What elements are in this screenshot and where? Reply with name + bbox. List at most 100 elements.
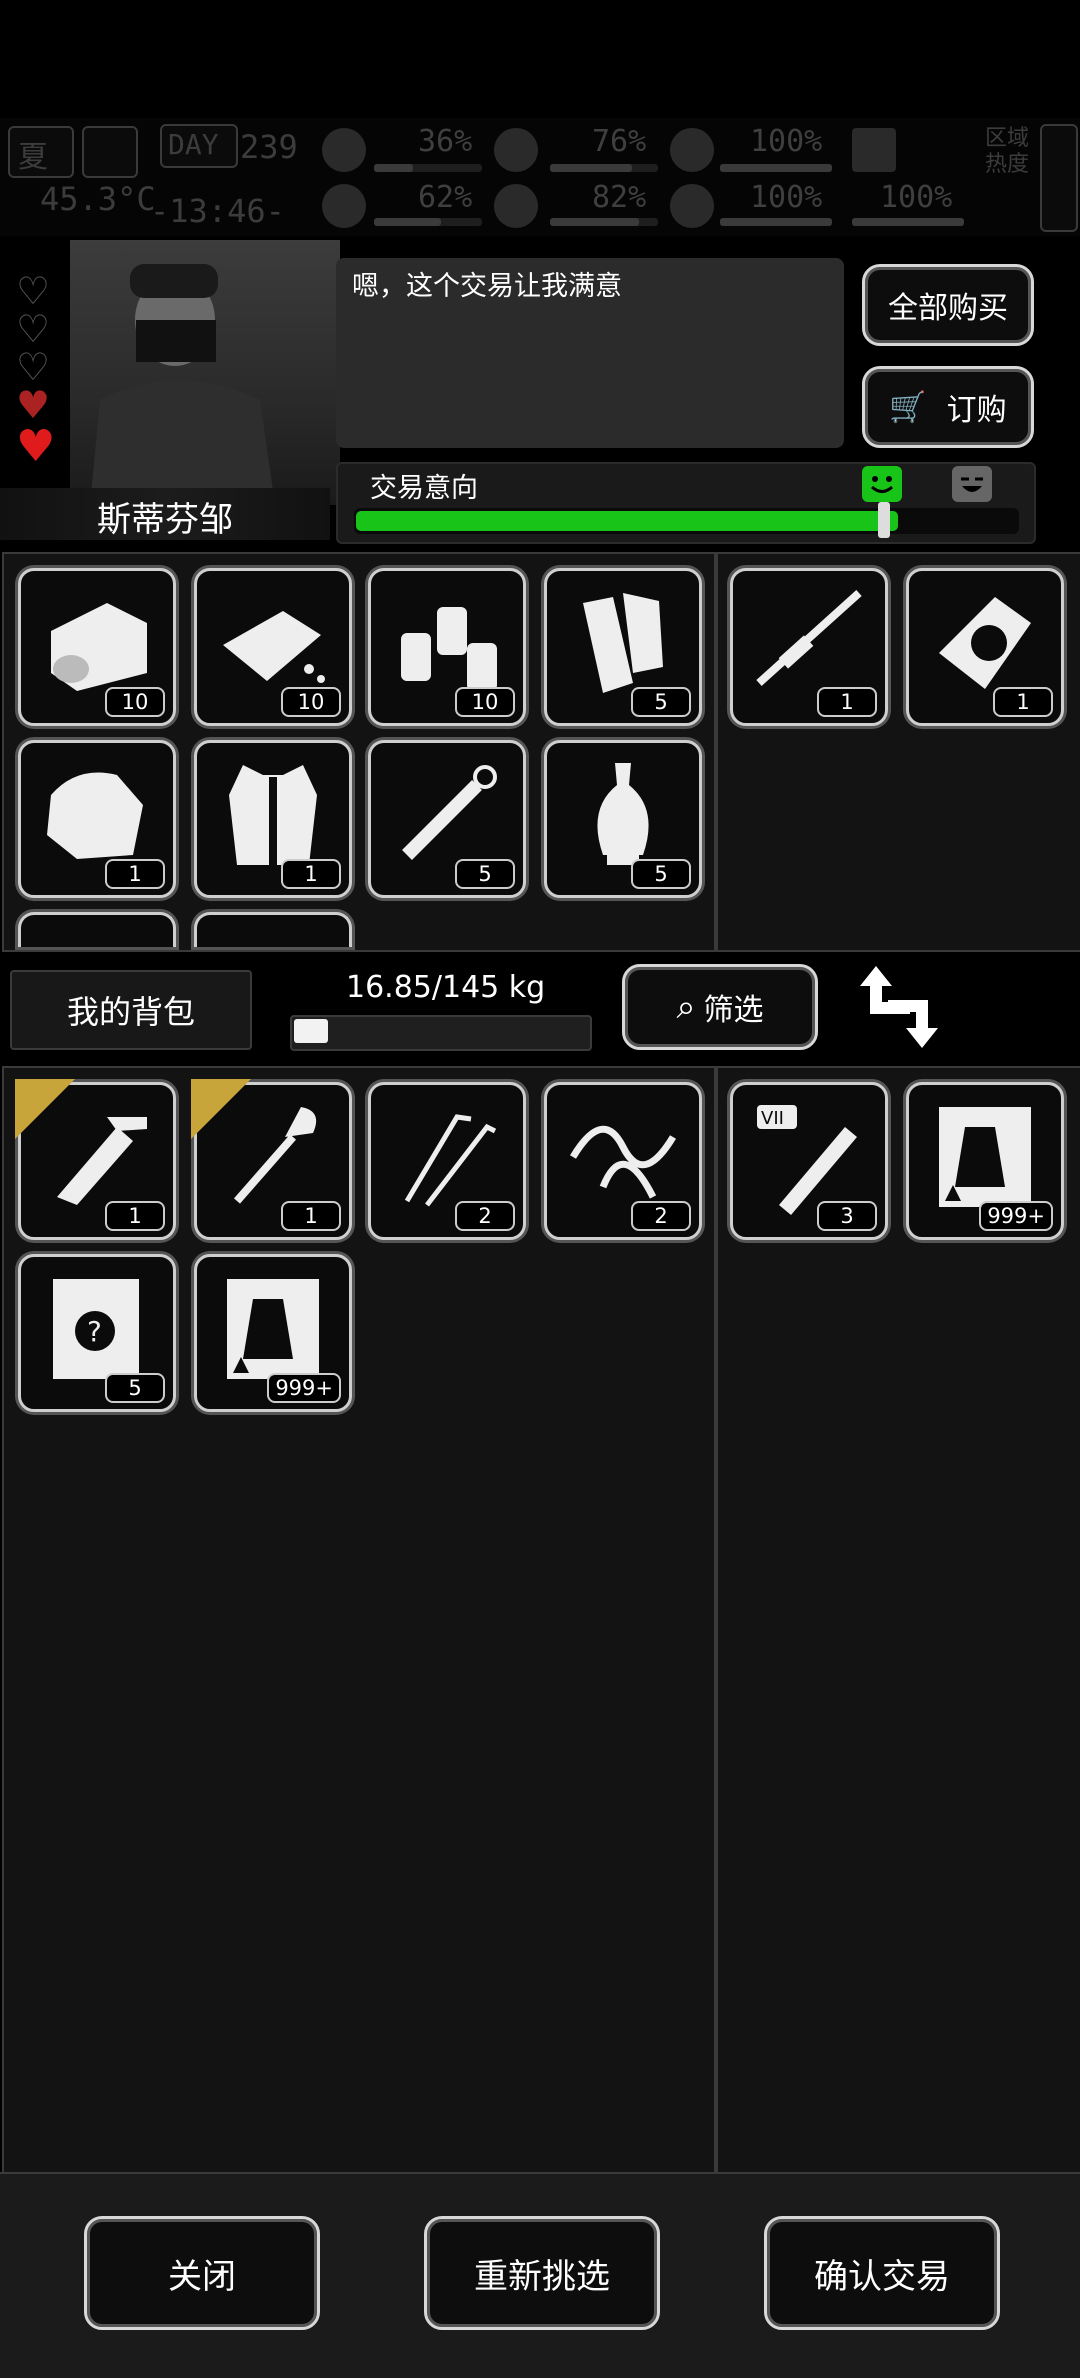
multitool-icon	[57, 1117, 147, 1205]
day-badge: DAY	[160, 124, 238, 168]
lockpicks-icon	[404, 1114, 497, 1207]
stat-stamina: 100%	[750, 124, 823, 159]
magnifier-icon: ⌕	[676, 987, 696, 1027]
my-bag-tab[interactable]: 我的背包	[10, 970, 252, 1050]
temperature: 45.3°C	[40, 180, 156, 218]
reselect-button[interactable]: 重新挑选	[424, 2216, 660, 2330]
filter-label: 筛选	[703, 993, 764, 1028]
stat-heart: 100%	[750, 180, 823, 215]
happy-face-icon	[862, 466, 902, 502]
medkit-icon	[322, 128, 366, 172]
trader-name: 斯蒂芬邹	[97, 500, 233, 540]
item-count: 10	[455, 687, 515, 717]
zombie-card-icon	[939, 1107, 1031, 1207]
vase-icon	[597, 763, 649, 865]
bag-offer-test-tube[interactable]: VII 3	[730, 1082, 888, 1240]
intent-bar-fill	[356, 511, 898, 531]
heart-outline-icon: ♡	[16, 345, 51, 389]
heart-outline-icon: ♡	[16, 307, 51, 351]
bag-item-zombie-card[interactable]: 999+	[194, 1254, 352, 1412]
cloth-icon	[47, 772, 143, 859]
item-count: 5	[105, 1373, 165, 1403]
bag-weight: 16.85/145 kg	[346, 970, 546, 1005]
stat-other: 100%	[880, 180, 953, 215]
close-button[interactable]: 关闭	[84, 2216, 320, 2330]
trader-item-partial[interactable]	[194, 912, 352, 947]
canned-food-icon	[51, 603, 147, 691]
bag-item-multitool[interactable]: 1	[15, 1079, 176, 1240]
item-count: 1	[281, 859, 341, 889]
weather-icon	[82, 126, 138, 178]
stat-health: 36%	[418, 124, 473, 159]
intent-marker	[878, 502, 890, 538]
stat-mind: 62%	[418, 180, 473, 215]
speech-text: 嗯，这个交易让我满意	[352, 271, 622, 302]
item-count: 5	[631, 687, 691, 717]
trader-item-vase[interactable]: 5	[544, 740, 702, 898]
heart-half-icon: ♥	[16, 383, 51, 427]
bag-item-mystery-book[interactable]: ? 5	[18, 1254, 176, 1412]
heart-outline-icon: ♡	[16, 269, 51, 313]
item-count: 999+	[979, 1201, 1053, 1231]
reselect-label: 重新挑选	[474, 2256, 610, 2297]
trader-item-vest[interactable]: 1	[194, 740, 352, 898]
trader-offer-sniper-rifle[interactable]: 1	[730, 568, 888, 726]
heart-icon	[670, 184, 714, 228]
laughing-face-icon	[952, 466, 992, 502]
bag-item-lockpicks[interactable]: 2	[368, 1082, 526, 1240]
confirm-trade-button[interactable]: 确认交易	[764, 2216, 1000, 2330]
swap-arrows-icon[interactable]	[856, 962, 942, 1052]
trader-item-canned-food[interactable]: 10	[18, 568, 176, 726]
item-count: 999+	[267, 1373, 341, 1403]
test-tube-icon: VII	[757, 1105, 857, 1215]
item-count: 2	[455, 1201, 515, 1231]
trader-item-paper-rolls[interactable]: 5	[544, 568, 702, 726]
my-bag-label: 我的背包	[66, 993, 195, 1031]
zombie-card-icon	[227, 1279, 319, 1379]
cart-icon: 🛒	[889, 389, 927, 425]
trader-item-cloth[interactable]: 1	[18, 740, 176, 898]
season-box: 夏	[8, 126, 74, 178]
item-count: 1	[105, 1201, 165, 1231]
zone-heat-gauge	[1040, 124, 1078, 232]
trader-item-bread[interactable]: 10	[194, 568, 352, 726]
item-count: 10	[105, 687, 165, 717]
stat-thirst: 82%	[592, 180, 647, 215]
vest-icon	[229, 765, 317, 865]
item-count: 1	[993, 687, 1053, 717]
season-label: 夏	[18, 140, 48, 175]
stomach-icon	[494, 128, 538, 172]
trader-portrait	[70, 240, 340, 505]
trader-item-syringe[interactable]: 5	[368, 740, 526, 898]
lungs-icon	[670, 128, 714, 172]
mystery-book-icon: ?	[53, 1279, 139, 1379]
item-count: 1	[281, 1201, 341, 1231]
engine-part-icon	[939, 597, 1031, 689]
buy-all-label: 全部购买	[888, 291, 1008, 326]
weight-bar-track	[290, 1015, 592, 1051]
syringe-icon	[402, 765, 497, 860]
status-hud: 夏 DAY 239 45.3°C -13:46- 36% 76% 100% 62…	[0, 118, 1080, 236]
bag-offer-zombie-card[interactable]: 999+	[906, 1082, 1064, 1240]
trader-item-bottles[interactable]: 10	[368, 568, 526, 726]
buy-all-button[interactable]: 全部购买	[862, 264, 1034, 346]
heart-full-icon: ♥	[16, 421, 56, 472]
svg-text:?: ?	[87, 1315, 102, 1348]
order-button[interactable]: 🛒 订购	[862, 366, 1034, 448]
item-count: 3	[817, 1201, 877, 1231]
bag-item-shovel[interactable]: 1	[191, 1079, 352, 1240]
brain-icon	[322, 184, 366, 228]
trader-offer-engine-part[interactable]: 1	[906, 568, 1064, 726]
trader-item-partial[interactable]	[18, 912, 176, 947]
day-label: DAY	[168, 128, 219, 161]
bottles-icon	[401, 607, 497, 691]
order-label: 订购	[946, 393, 1007, 428]
paper-roll-icon	[583, 593, 663, 693]
weight-bar-fill	[294, 1019, 328, 1043]
filter-button[interactable]: ⌕ 筛选	[622, 964, 818, 1050]
item-count: 1	[817, 687, 877, 717]
bag-item-rope[interactable]: 2	[544, 1082, 702, 1240]
flask-icon	[852, 128, 896, 172]
confirm-label: 确认交易	[814, 2256, 950, 2297]
day-number: 239	[240, 128, 298, 166]
